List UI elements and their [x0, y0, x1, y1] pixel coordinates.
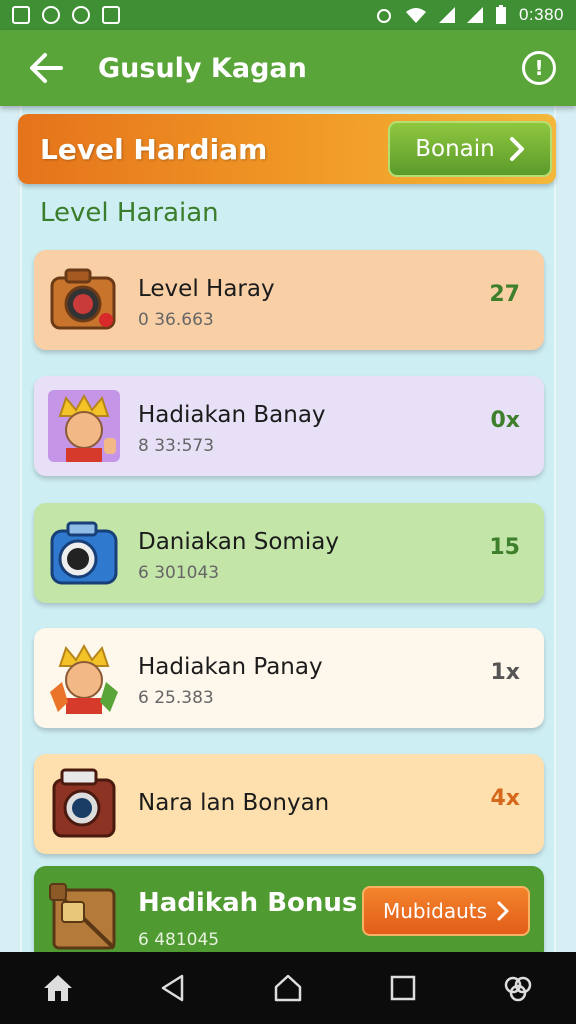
status-bar: 0:380: [0, 0, 576, 30]
level-banner: Level Hardiam Bonain: [18, 114, 556, 184]
signal-icon: [466, 7, 483, 23]
bonus-subtext: 6 481045: [138, 930, 220, 950]
assistant-icon: [505, 976, 532, 1002]
chevron-right-icon: [497, 901, 509, 921]
home-icon: [43, 975, 72, 1001]
camera-blue-icon: [50, 521, 118, 585]
list-item[interactable]: Hadiakan Banay 8 33:573 0x: [34, 376, 544, 476]
home-circle-icon: [274, 974, 302, 1002]
list-item[interactable]: Hadiakan Panay 6 25.383 1x: [34, 628, 544, 728]
banner-button-label: Bonain: [415, 136, 495, 162]
camera-orange-icon: [50, 268, 116, 330]
camera-red-icon: [52, 768, 116, 838]
image-icon: [12, 6, 30, 24]
wifi-icon: [405, 8, 426, 23]
king-character-icon: [48, 390, 120, 462]
nav-home-circle-button[interactable]: [258, 958, 318, 1018]
page-title: Gusuly Kagan: [98, 52, 307, 84]
bonus-card[interactable]: Hadikah Bonus 6 481045 Mubidauts: [34, 866, 544, 962]
item-name: Daniakan Somiay: [138, 529, 339, 555]
nav-back-button[interactable]: [143, 958, 203, 1018]
item-subtext: 6 25.383: [138, 688, 214, 708]
item-value: 1x: [490, 660, 521, 685]
arrow-left-icon: [30, 53, 63, 83]
record-icon: [72, 6, 90, 24]
item-name: Hadiakan Banay: [138, 402, 326, 428]
item-value: 0x: [490, 408, 521, 433]
banner-title: Level Hardiam: [40, 132, 268, 166]
item-value: 27: [489, 282, 520, 307]
alarm-icon: [376, 9, 391, 23]
item-name: Level Haray: [138, 276, 275, 302]
item-value: 4x: [490, 786, 521, 811]
item-subtext: 0 36.663: [138, 310, 214, 330]
item-subtext: 8 33:573: [138, 436, 215, 456]
item-name: Hadiakan Panay: [138, 654, 323, 680]
recents-square-icon: [390, 975, 416, 1001]
item-subtext: 6 301043: [138, 563, 220, 583]
chevron-right-icon: [509, 137, 524, 161]
list-item[interactable]: Daniakan Somiay 6 301043 15: [34, 503, 544, 603]
status-time: 0:380: [518, 5, 564, 24]
treasure-crate-icon: [49, 883, 116, 950]
banner-bonus-button[interactable]: Bonain: [388, 121, 552, 177]
nav-assistant-button[interactable]: [488, 958, 548, 1018]
info-button[interactable]: !: [522, 51, 556, 85]
section-title: Level Haraian: [40, 198, 219, 228]
status-left: [12, 6, 120, 24]
item-name: Nara lan Bonyan: [138, 790, 330, 816]
status-right: 0:380: [375, 5, 564, 25]
nav-bar: [0, 952, 576, 1024]
back-triangle-icon: [161, 974, 184, 1002]
bonus-action-button[interactable]: Mubidauts: [362, 886, 530, 936]
nav-recents-button[interactable]: [373, 958, 433, 1018]
nav-home-button[interactable]: [28, 958, 88, 1018]
bonus-button-label: Mubidauts: [382, 899, 488, 923]
king-character-icon: [48, 642, 120, 714]
back-button[interactable]: [16, 38, 76, 98]
bonus-name: Hadikah Bonus: [138, 888, 358, 918]
signal-icon: [438, 7, 455, 23]
settings-icon: [42, 6, 60, 24]
info-circle-icon: !: [534, 56, 544, 80]
app-bar: Gusuly Kagan !: [0, 30, 576, 106]
list-item[interactable]: Level Haray 0 36.663 27: [34, 250, 544, 350]
battery-icon: [495, 5, 506, 24]
list-item[interactable]: Nara lan Bonyan 4x: [34, 754, 544, 854]
gallery-icon: [102, 6, 120, 24]
item-value: 15: [489, 535, 520, 560]
